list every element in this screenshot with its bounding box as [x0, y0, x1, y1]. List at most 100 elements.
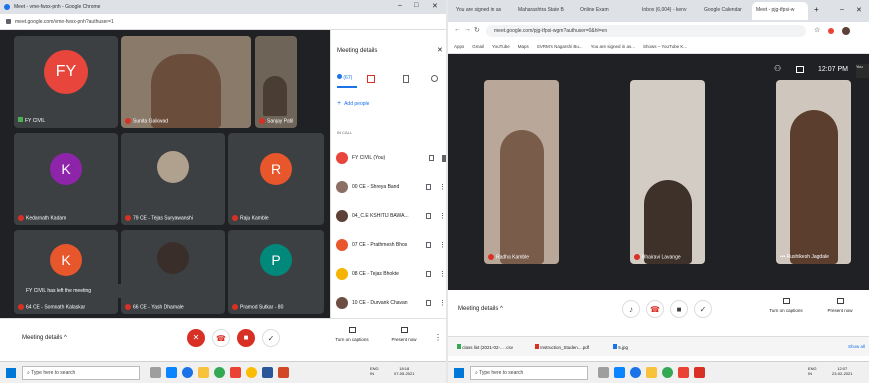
bookmark[interactable]: You are signed in as...: [591, 44, 635, 49]
windows-start-icon[interactable]: [454, 368, 464, 378]
more-options-icon[interactable]: ⋮: [439, 241, 446, 249]
task-view-icon[interactable]: [150, 367, 161, 378]
more-options-icon[interactable]: ⋮: [434, 333, 442, 342]
pin-icon[interactable]: [442, 154, 446, 162]
task-view-icon[interactable]: [598, 367, 609, 378]
list-item[interactable]: 07 CE - Prathmesh Bhos ⋮: [336, 236, 446, 254]
reload-icon[interactable]: ↻: [474, 26, 480, 34]
captions-button[interactable]: Turn on captions: [766, 298, 806, 314]
acrobat-icon[interactable]: [694, 367, 705, 378]
list-item[interactable]: FY CIVIL (You): [336, 149, 446, 167]
bookmark[interactable]: Gmail: [472, 44, 484, 49]
list-item[interactable]: 08 CE - Tejas Bhokte ⋮: [336, 265, 446, 283]
profile-avatar[interactable]: [842, 27, 850, 35]
raise-hand-button[interactable]: ✓: [694, 300, 712, 318]
list-item[interactable]: 04_C.E KSHITIJ BAWA... ⋮: [336, 207, 446, 225]
tab[interactable]: Maharashtra State B: [514, 2, 574, 20]
new-tab-button[interactable]: +: [814, 5, 819, 14]
list-item[interactable]: 10 CE - Durvank Chavan ⋮: [336, 294, 446, 312]
show-all-button[interactable]: Show all: [848, 344, 865, 349]
list-item[interactable]: 00 CE - Shreya Band ⋮: [336, 178, 446, 196]
edge-icon[interactable]: [614, 367, 625, 378]
windows-start-icon[interactable]: [6, 368, 16, 378]
bookmark[interactable]: SVRM's Nagarshi Bu...: [537, 44, 583, 49]
chat-icon[interactable]: [796, 66, 804, 73]
mic-off-icon[interactable]: [426, 184, 431, 190]
chrome-taskbar-icon[interactable]: [182, 367, 193, 378]
microphone-toggle[interactable]: ✕: [187, 329, 205, 347]
chat-tab-icon[interactable]: [367, 75, 375, 83]
mic-off-icon[interactable]: [426, 242, 431, 248]
close-window-button[interactable]: ✕: [856, 6, 862, 14]
participant-tile[interactable]: Sunita Gaikwad: [121, 36, 251, 128]
more-options-icon[interactable]: ⋮: [439, 212, 446, 220]
raise-hand-button[interactable]: ✓: [262, 329, 280, 347]
activities-tab-icon[interactable]: [431, 75, 438, 82]
bookmark[interactable]: Maps: [518, 44, 529, 49]
chrome-taskbar-icon[interactable]: [246, 367, 257, 378]
download-item[interactable]: 5.jpg: [610, 341, 680, 353]
participant-tile[interactable]: P Pramod Sutkar - 80: [228, 230, 324, 314]
star-icon[interactable]: ☆: [814, 26, 820, 34]
download-item[interactable]: class list (2021-02-... .csv: [454, 341, 524, 353]
minimize-button[interactable]: –: [398, 2, 402, 9]
clock[interactable]: 18:18 07-05-2021: [394, 366, 414, 376]
participant-tile[interactable]: FY FY CIVIL: [14, 36, 118, 128]
extension-icon[interactable]: [828, 28, 834, 34]
participant-tile[interactable]: Radha Kamble: [484, 80, 559, 264]
details-tab-icon[interactable]: [403, 75, 409, 83]
clock[interactable]: 12:07 23-02-2021: [832, 366, 852, 376]
bookmark[interactable]: Shows – YouTube K...: [643, 44, 687, 49]
participant-tile[interactable]: ••• Rushikesh Jagdale: [776, 80, 851, 264]
forward-icon[interactable]: →: [464, 26, 471, 33]
file-explorer-icon[interactable]: [198, 367, 209, 378]
participant-tile[interactable]: K Kedarnath Kadam: [14, 133, 118, 225]
chrome-taskbar-icon[interactable]: [662, 367, 673, 378]
participant-tile[interactable]: K 64 CE - Somnath Kalaskar: [14, 230, 118, 314]
minimize-button[interactable]: –: [840, 6, 844, 13]
mic-off-icon[interactable]: [426, 213, 431, 219]
app-icon[interactable]: [678, 367, 689, 378]
microphone-toggle[interactable]: ♪: [622, 300, 640, 318]
tab[interactable]: Google Calendar: [700, 2, 750, 20]
captions-button[interactable]: Turn on captions: [332, 327, 372, 343]
close-window-button[interactable]: ✕: [432, 2, 438, 10]
app-icon[interactable]: [230, 367, 241, 378]
present-now-button[interactable]: Present now: [384, 327, 424, 343]
participant-tile[interactable]: Sanjay Patil: [255, 36, 297, 128]
lang-indicator[interactable]: ENG IN: [808, 366, 817, 376]
leave-call-button[interactable]: ☎: [646, 300, 664, 318]
mic-off-icon[interactable]: [429, 155, 434, 161]
bookmark[interactable]: YouTube: [492, 44, 510, 49]
more-options-icon[interactable]: ⋮: [439, 183, 446, 191]
tab-active[interactable]: Meet - pjg-tfpsi-w: [752, 2, 808, 20]
more-options-icon[interactable]: ⋮: [439, 299, 446, 307]
taskbar-search-input[interactable]: ⌕ Type here to search: [22, 366, 140, 380]
participant-tile[interactable]: 66 CE - Yash Dhamale: [121, 230, 225, 314]
meeting-details-button[interactable]: Meeting details ^: [458, 306, 503, 312]
camera-toggle[interactable]: ■: [670, 300, 688, 318]
back-icon[interactable]: ←: [454, 26, 461, 33]
maximize-button[interactable]: □: [414, 2, 418, 9]
people-tab[interactable]: (67): [337, 74, 357, 88]
mic-off-icon[interactable]: [426, 300, 431, 306]
omnibox[interactable]: meet.google.com/pjg-tfpsi-wgm?authuser=0…: [486, 25, 806, 37]
tab[interactable]: Inbox (6,004) - kenv: [638, 2, 698, 20]
people-icon[interactable]: ⚇: [774, 64, 781, 73]
more-options-icon[interactable]: ⋮: [439, 270, 446, 278]
bookmark[interactable]: Apps: [454, 44, 464, 49]
left-address-bar[interactable]: meet.google.com/vme-fwsx-pnh?authuser=1: [0, 14, 446, 30]
meeting-details-button[interactable]: Meeting details ^: [22, 335, 67, 341]
chrome-taskbar-icon[interactable]: [630, 367, 641, 378]
edge-icon[interactable]: [166, 367, 177, 378]
file-explorer-icon[interactable]: [646, 367, 657, 378]
taskbar-search-input[interactable]: ⌕ Type here to search: [470, 366, 588, 380]
chrome-taskbar-icon[interactable]: [214, 367, 225, 378]
word-icon[interactable]: [262, 367, 273, 378]
lang-indicator[interactable]: ENG IN: [370, 366, 379, 376]
participant-tile[interactable]: Bhairavi Lavange: [630, 80, 705, 264]
mic-off-icon[interactable]: [426, 271, 431, 277]
camera-toggle[interactable]: ■: [237, 329, 255, 347]
leave-call-button[interactable]: ☎: [212, 329, 230, 347]
tab[interactable]: You are signed in as: [452, 2, 512, 20]
